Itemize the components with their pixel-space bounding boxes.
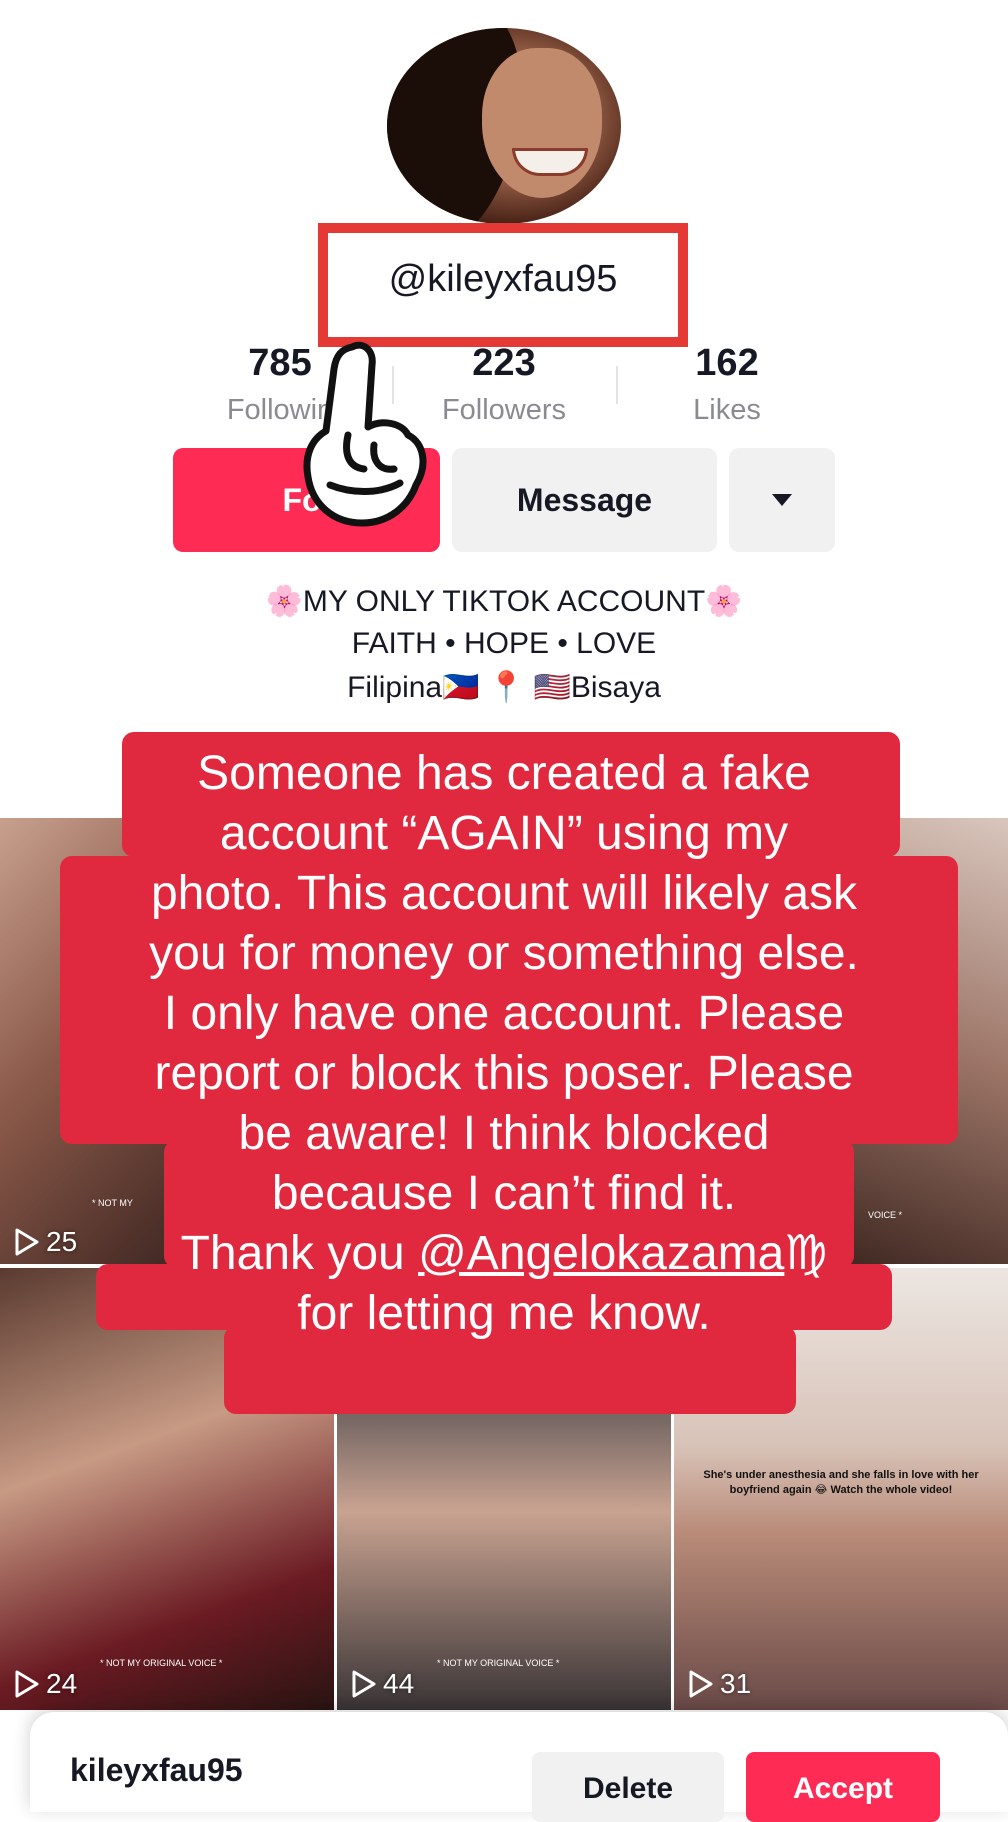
warning-caption: Someone has created a fake account “AGAI… xyxy=(40,744,968,1344)
request-username[interactable]: kileyxfau95 xyxy=(70,1752,243,1789)
caret-down-icon xyxy=(772,494,792,506)
message-button[interactable]: Message xyxy=(452,448,717,552)
more-options-button[interactable] xyxy=(729,448,835,552)
video-overlay-text: * NOT MY ORIGINAL VOICE * xyxy=(437,1658,560,1668)
bio-line: 🌸MY ONLY TIKTOK ACCOUNT🌸 xyxy=(265,585,743,618)
message-button-label: Message xyxy=(516,481,653,518)
bio-line: FAITH • HOPE • LOVE xyxy=(351,627,657,660)
caption-line: Thank you @Angelokazama♍ xyxy=(40,1224,968,1284)
caption-line: Someone has created a fake xyxy=(197,747,811,800)
play-icon xyxy=(352,1670,376,1698)
delete-button[interactable]: Delete xyxy=(532,1752,724,1822)
view-count: 31 xyxy=(688,1668,751,1700)
caption-line: for letting me know. xyxy=(297,1287,711,1340)
accept-button[interactable]: Accept xyxy=(746,1752,940,1822)
likes-label[interactable]: Likes xyxy=(640,394,814,427)
caption-line: I only have one account. Please xyxy=(163,987,845,1040)
caption-text: Thank you xyxy=(180,1227,419,1280)
view-count-value: 31 xyxy=(720,1668,752,1699)
accept-button-label: Accept xyxy=(792,1772,894,1805)
video-overlay-text: She's under anesthesia and she falls in … xyxy=(703,1469,979,1496)
caption-line: because I can’t find it. xyxy=(271,1167,737,1220)
likes-count[interactable]: 162 xyxy=(640,342,814,385)
bio-line: Filipina🇵🇭 📍 🇺🇸Bisaya xyxy=(347,671,661,704)
video-overlay-text: * NOT MY ORIGINAL VOICE * xyxy=(100,1658,223,1668)
caption-line: photo. This account will likely ask xyxy=(150,867,858,920)
play-icon xyxy=(15,1228,39,1256)
pointing-hand-sticker xyxy=(290,335,440,540)
play-icon xyxy=(15,1670,39,1698)
caption-line: you for money or something else. xyxy=(149,927,859,980)
mention-link[interactable]: @Angelokazama xyxy=(418,1227,784,1280)
view-count: 24 xyxy=(14,1668,77,1700)
profile-handle: @kileyxfau95 xyxy=(388,258,618,300)
caption-line: account “AGAIN” using my xyxy=(219,807,789,860)
caption-line: be aware! I think blocked xyxy=(238,1107,770,1160)
profile-avatar[interactable] xyxy=(387,28,621,224)
view-count-value: 44 xyxy=(383,1668,415,1699)
virgo-emoji: ♍ xyxy=(784,1227,828,1280)
view-count: 44 xyxy=(351,1668,414,1700)
stat-divider xyxy=(616,366,618,404)
play-icon xyxy=(689,1670,713,1698)
view-count-value: 24 xyxy=(46,1668,78,1699)
delete-button-label: Delete xyxy=(582,1772,674,1805)
caption-line: report or block this poser. Please xyxy=(154,1047,854,1100)
